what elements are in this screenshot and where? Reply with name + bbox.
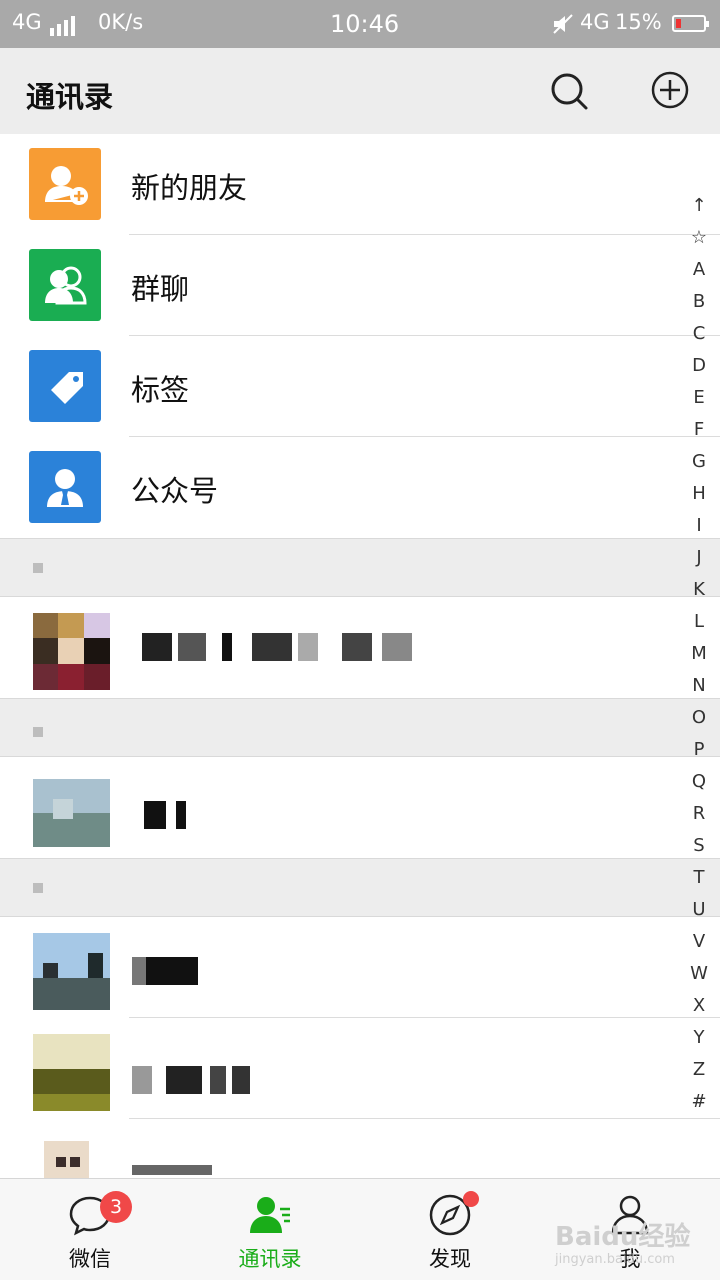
index-letter[interactable]: #	[688, 1086, 710, 1118]
index-letter[interactable]: R	[688, 798, 710, 830]
header: 通讯录	[0, 48, 720, 134]
tab-chats-label: 微信	[69, 1247, 111, 1271]
alphabet-index[interactable]: ↑ ☆ A B C D E F G H I J K L M N O P Q R S T U V W X Y Z #	[688, 190, 710, 1118]
avatar	[33, 1034, 110, 1111]
index-letter[interactable]: X	[688, 990, 710, 1022]
index-letter[interactable]: N	[688, 670, 710, 702]
mute-icon	[553, 14, 573, 34]
index-letter[interactable]: F	[688, 414, 710, 446]
official-accounts-label: 公众号	[131, 474, 219, 508]
tags-row[interactable]: 标签	[0, 336, 720, 437]
group-chat-icon	[29, 249, 101, 321]
tab-contacts[interactable]: 通讯录	[210, 1179, 330, 1281]
battery-percent: 15%	[615, 10, 662, 34]
watermark-url: jingyan.baidu.com	[555, 1252, 675, 1267]
tab-contacts-label: 通讯录	[238, 1247, 302, 1271]
index-letter[interactable]: Y	[688, 1022, 710, 1054]
new-friends-row[interactable]: 新的朋友	[0, 134, 720, 235]
tag-icon	[29, 350, 101, 422]
clock: 10:46	[330, 10, 400, 38]
add-friend-icon	[29, 148, 101, 220]
network-indicator: 4G	[12, 10, 42, 34]
tab-discover[interactable]: 发现	[390, 1179, 510, 1281]
section-header	[0, 538, 720, 597]
index-letter[interactable]: ↑	[688, 190, 710, 222]
new-friends-label: 新的朋友	[131, 171, 248, 205]
index-letter[interactable]: A	[688, 254, 710, 286]
index-letter[interactable]: U	[688, 894, 710, 926]
index-letter[interactable]: C	[688, 318, 710, 350]
contact-row[interactable]	[0, 597, 720, 698]
tab-chats[interactable]: 3 微信	[30, 1179, 150, 1281]
official-account-icon	[29, 451, 101, 523]
section-letter	[33, 727, 43, 737]
page-title: 通讯录	[26, 80, 114, 114]
index-letter[interactable]: Q	[688, 766, 710, 798]
index-letter[interactable]: B	[688, 286, 710, 318]
group-chat-label: 群聊	[131, 272, 190, 306]
index-letter[interactable]: I	[688, 510, 710, 542]
battery-icon	[672, 15, 709, 32]
contacts-icon	[250, 1197, 290, 1233]
plus-circle-icon[interactable]	[650, 70, 690, 110]
signal-icon	[50, 14, 80, 36]
section-letter	[33, 563, 43, 573]
contact-row[interactable]	[0, 1018, 720, 1119]
tab-discover-label: 发现	[429, 1247, 471, 1271]
index-letter[interactable]: J	[688, 542, 710, 574]
contact-row[interactable]	[0, 1119, 720, 1178]
unread-badge: 3	[100, 1191, 132, 1223]
watermark: Baidu经验	[555, 1222, 691, 1252]
index-letter[interactable]: S	[688, 830, 710, 862]
index-letter[interactable]: Z	[688, 1054, 710, 1086]
avatar	[33, 933, 110, 1010]
new-dot	[463, 1191, 479, 1207]
index-letter[interactable]: E	[688, 382, 710, 414]
contact-row[interactable]	[0, 757, 720, 858]
index-letter[interactable]: ☆	[688, 222, 710, 254]
tags-label: 标签	[131, 373, 190, 407]
index-letter[interactable]: V	[688, 926, 710, 958]
official-accounts-row[interactable]: 公众号	[0, 437, 720, 538]
group-chat-row[interactable]: 群聊	[0, 235, 720, 336]
section-header	[0, 698, 720, 757]
avatar	[33, 779, 110, 847]
index-letter[interactable]: L	[688, 606, 710, 638]
contact-row[interactable]	[0, 917, 720, 1018]
index-letter[interactable]: P	[688, 734, 710, 766]
network-indicator-right: 4G	[580, 10, 610, 34]
index-letter[interactable]: T	[688, 862, 710, 894]
avatar	[44, 1141, 89, 1178]
status-bar: 4G 0K/s 10:46 4G 15%	[0, 0, 720, 48]
search-icon[interactable]	[548, 70, 590, 112]
section-letter	[33, 883, 43, 893]
index-letter[interactable]: H	[688, 478, 710, 510]
index-letter[interactable]: D	[688, 350, 710, 382]
index-letter[interactable]: W	[688, 958, 710, 990]
network-speed: 0K/s	[98, 10, 144, 34]
avatar	[33, 613, 110, 690]
section-header	[0, 858, 720, 917]
index-letter[interactable]: K	[688, 574, 710, 606]
index-letter[interactable]: O	[688, 702, 710, 734]
index-letter[interactable]: M	[688, 638, 710, 670]
index-letter[interactable]: G	[688, 446, 710, 478]
